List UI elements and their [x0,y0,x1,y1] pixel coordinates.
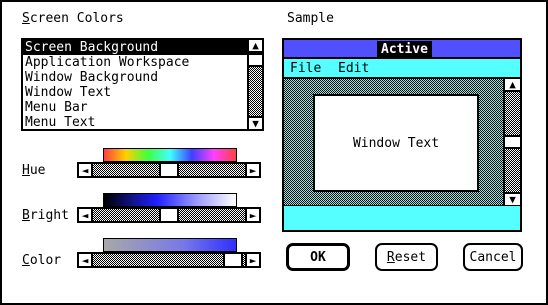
color-scroll-thumb[interactable] [223,254,243,266]
sample-window-client: Window Text [313,94,479,192]
sample-caption-title: Active [377,41,432,58]
sample-scroll-up-arrow-icon: ▲ [505,79,520,92]
bright-mnemonic: B [22,208,30,223]
scroll-right-arrow-icon[interactable]: ► [245,209,259,221]
sample-menu-file: File [290,61,322,76]
hue-label: Hue [22,163,45,178]
sample-label: Sample [287,11,334,26]
sample-bottom-bar [284,206,520,230]
sample-scroll-down-arrow-icon: ▼ [505,192,520,205]
cancel-button[interactable]: Cancel [463,243,523,271]
list-item-menu-text[interactable]: Menu Text [23,115,247,129]
screen-colors-listbox[interactable]: Screen Background Application Workspace … [21,38,264,131]
list-item-menu-bar[interactable]: Menu Bar [23,100,247,115]
sample-menu-bar: File Edit [284,59,520,79]
color-label: Color [22,253,61,268]
sample-window: Active File Edit Window Text ▲ ▼ [282,38,522,232]
scroll-left-arrow-icon[interactable]: ◄ [79,164,93,176]
sample-app-workspace: Window Text [284,79,520,207]
sample-scroll-thumb [505,135,520,149]
sample-caption-bar: Active [284,40,520,59]
ok-button[interactable]: OK [286,243,350,271]
bright-scroll-thumb[interactable] [159,209,179,221]
sample-menu-edit: Edit [338,61,370,76]
scroll-right-arrow-icon[interactable]: ► [245,164,259,176]
reset-mnemonic: R [386,249,395,265]
scroll-right-arrow-icon[interactable]: ► [245,254,259,266]
hue-scroll-thumb[interactable] [159,164,179,176]
scroll-thumb[interactable] [249,53,262,67]
bright-label: Bright [22,208,69,223]
reset-label-rest: eset [394,249,427,265]
color-scrollbar[interactable]: ◄ ► [77,252,261,268]
reset-button[interactable]: Reset [375,243,438,271]
sample-vertical-scrollbar: ▲ ▼ [503,79,520,205]
scroll-left-arrow-icon[interactable]: ◄ [79,254,93,266]
hue-mnemonic: H [22,163,30,178]
color-mnemonic: C [22,253,30,268]
hue-color-swatch [103,148,237,162]
scroll-up-arrow-icon[interactable]: ▲ [249,40,262,53]
hue-label-rest: ue [29,163,46,178]
bright-scrollbar[interactable]: ◄ ► [77,207,261,223]
color-label-rest: olor [29,253,62,268]
listbox-scrollbar[interactable]: ▲ ▼ [247,40,262,129]
list-item-window-text[interactable]: Window Text [23,85,247,100]
screen-colors-label: Screen Colors [22,11,124,26]
screen-colors-mnemonic: S [22,11,30,26]
bright-color-swatch [103,193,237,207]
list-item-application-workspace[interactable]: Application Workspace [23,55,247,70]
screen-colors-label-rest: creen Colors [29,11,124,26]
scroll-left-arrow-icon[interactable]: ◄ [79,209,93,221]
hue-scrollbar[interactable]: ◄ ► [77,162,261,178]
color-saturation-swatch [103,238,237,252]
bright-label-rest: right [29,208,69,223]
sample-window-text: Window Text [352,135,440,151]
list-item-screen-background[interactable]: Screen Background [23,40,247,55]
list-item-window-background[interactable]: Window Background [23,70,247,85]
scroll-down-arrow-icon[interactable]: ▼ [249,116,262,129]
